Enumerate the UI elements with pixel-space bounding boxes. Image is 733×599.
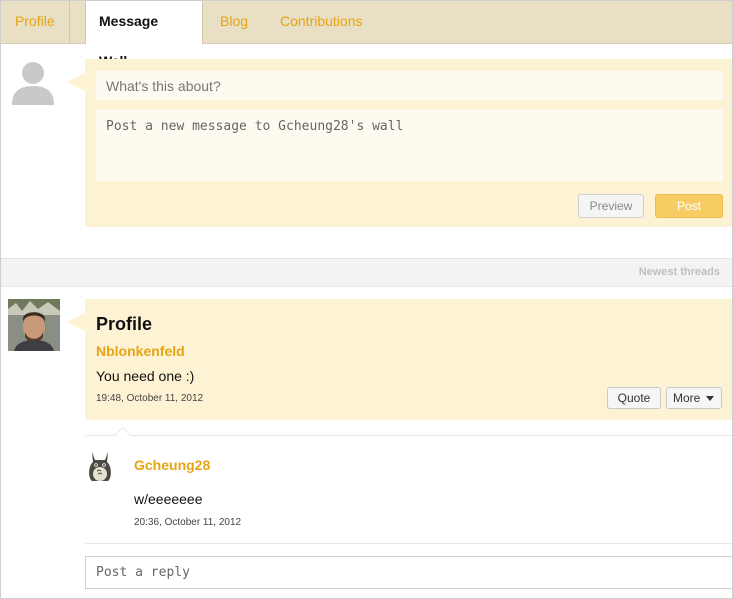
tab-bar: Profile Message Wall Blog Contributions [1, 1, 732, 69]
tab-blog[interactable]: Blog [206, 1, 262, 43]
more-label: More [673, 391, 701, 405]
quote-button[interactable]: Quote [607, 387, 661, 409]
reply-divider [85, 435, 732, 436]
message-body-input[interactable] [96, 109, 723, 181]
tab-message-wall[interactable]: Message Wall [85, 1, 203, 69]
preview-button[interactable]: Preview [578, 194, 644, 218]
reply-input[interactable] [85, 556, 732, 589]
reply-author-link[interactable]: Gcheung28 [134, 457, 210, 473]
reply-separator [85, 543, 732, 544]
message-title-input[interactable] [96, 71, 723, 100]
post-button[interactable]: Post [655, 194, 723, 218]
tab-profile[interactable]: Profile [1, 1, 70, 43]
thread-title[interactable]: Profile [96, 314, 152, 335]
reply-author-avatar[interactable] [86, 450, 114, 482]
sort-newest-threads[interactable]: Newest threads [639, 259, 720, 286]
sort-bar: Newest threads [1, 258, 732, 287]
tab-contributions[interactable]: Contributions [266, 1, 377, 43]
user-avatar[interactable] [8, 299, 60, 351]
reply-notch [114, 426, 131, 443]
caret-down-icon [706, 396, 714, 401]
message-wall-page: Profile Message Wall Blog Contributions … [0, 0, 733, 599]
thread: Profile Nblonkenfeld You need one :) 19:… [67, 299, 732, 420]
thread-message-text: You need one :) [96, 368, 195, 384]
thread-author-link[interactable]: Nblonkenfeld [96, 343, 185, 359]
reply-message-text: w/eeeeeee [134, 491, 203, 507]
more-dropdown-button[interactable]: More [666, 387, 722, 409]
new-message-form: Preview Post [67, 59, 732, 227]
thread-timestamp[interactable]: 19:48, October 11, 2012 [96, 393, 203, 404]
reply-timestamp[interactable]: 20:36, October 11, 2012 [134, 517, 241, 528]
default-avatar-icon [12, 62, 54, 105]
